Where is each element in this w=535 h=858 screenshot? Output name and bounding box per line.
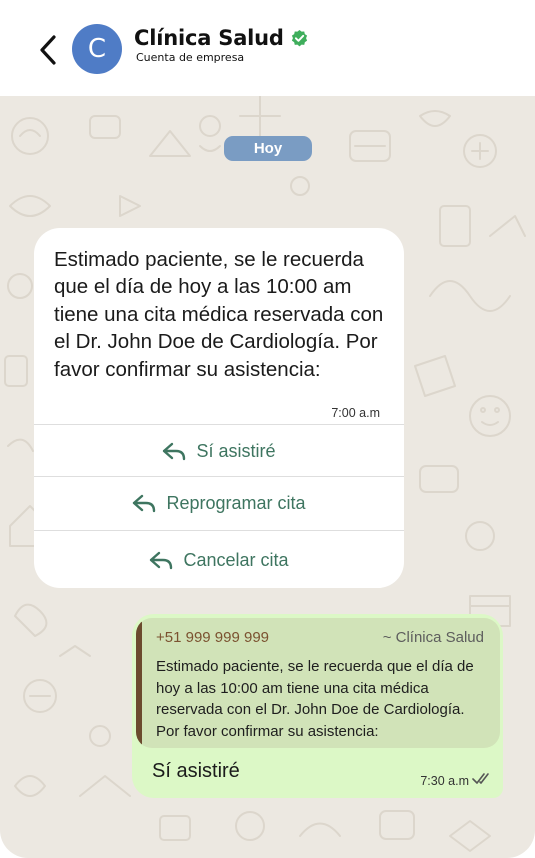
back-button[interactable] <box>30 30 66 70</box>
outgoing-message-time: 7:30 a.m <box>420 774 469 788</box>
quick-reply-label: Cancelar cita <box>183 549 289 570</box>
incoming-message-time: 7:00 a.m <box>331 406 380 420</box>
quick-reply-si-asistire[interactable]: Sí asistiré <box>34 424 404 477</box>
date-label: Hoy <box>253 140 283 157</box>
reply-icon <box>150 551 173 570</box>
quote-bar <box>136 618 142 748</box>
quick-reply-label: Sí asistiré <box>196 440 276 461</box>
quick-reply-reprogramar-cita[interactable]: Reprogramar cita <box>34 476 404 529</box>
quick-reply-cancelar-cita[interactable]: Cancelar cita <box>34 530 404 588</box>
incoming-message: Estimado paciente, se le recuerda que el… <box>34 228 404 588</box>
reply-icon <box>163 442 186 461</box>
contact-info[interactable]: Clínica Salud Cuenta de empresa <box>134 26 309 64</box>
outgoing-message-text: Sí asistiré <box>152 760 240 782</box>
chevron-left-icon <box>40 35 56 65</box>
reply-icon <box>133 494 156 513</box>
contact-name: Clínica Salud <box>134 26 284 50</box>
chat-area: Hoy Estimado paciente, se le recuerda qu… <box>0 96 535 858</box>
quoted-message[interactable]: +51 999 999 999 ~ Clínica Salud Estimado… <box>136 618 500 748</box>
avatar[interactable]: C <box>72 24 122 74</box>
quoted-text: Estimado paciente, se le recuerda que el… <box>156 658 474 740</box>
quick-reply-label: Reprogramar cita <box>166 492 306 513</box>
quoted-phone: +51 999 999 999 <box>156 629 270 646</box>
date-divider: Hoy <box>224 136 312 161</box>
outgoing-message: +51 999 999 999 ~ Clínica Salud Estimado… <box>132 614 503 798</box>
verified-check-icon <box>291 29 307 46</box>
avatar-letter: C <box>87 34 107 64</box>
incoming-message-text: Estimado paciente, se le recuerda que el… <box>54 248 384 381</box>
quoted-sender: ~ Clínica Salud <box>382 629 484 646</box>
chat-header: C Clínica Salud Cuenta de empresa <box>0 0 535 96</box>
contact-subtitle: Cuenta de empresa <box>136 51 245 64</box>
double-check-icon <box>472 773 489 784</box>
